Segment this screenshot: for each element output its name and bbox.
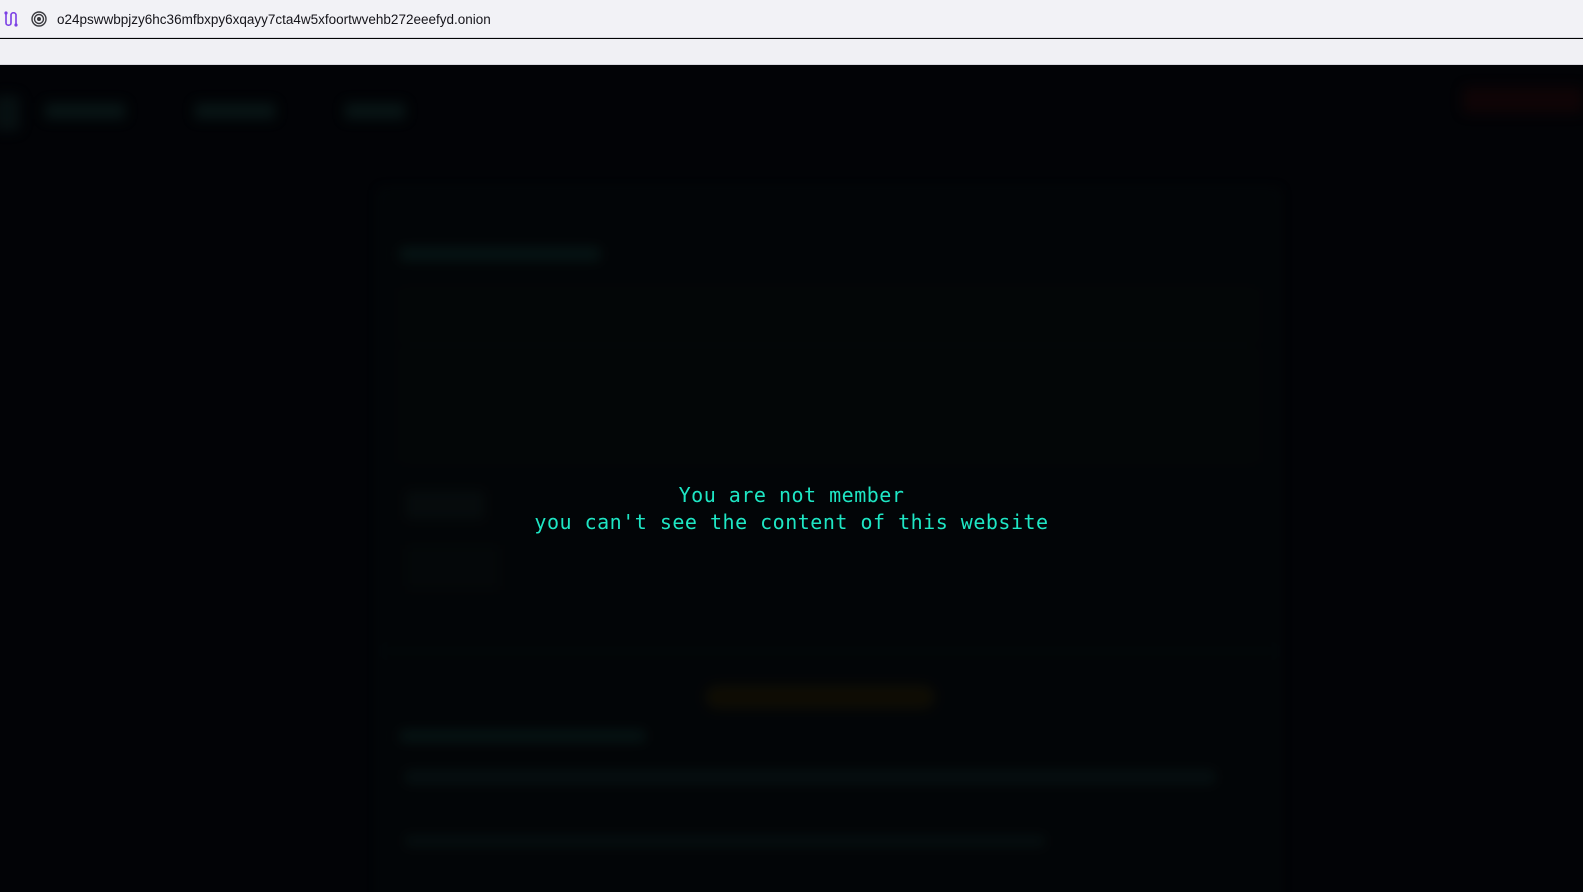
blurred-field (400, 289, 1257, 341)
blurred-logo (0, 95, 20, 131)
url-text[interactable]: o24pswwbpjzy6hc36mfbxpy6xqayy7cta4w5xfoo… (57, 12, 491, 27)
bookmarks-toolbar (0, 39, 1583, 65)
onion-icon[interactable] (31, 11, 47, 27)
blurred-text-2 (405, 835, 1045, 847)
tor-circuit-icon[interactable] (3, 11, 19, 27)
access-denied-message: You are not member you can't see the con… (0, 482, 1583, 536)
page-viewport: You are not member you can't see the con… (0, 65, 1583, 892)
blurred-button (1463, 87, 1583, 113)
blurred-textarea (400, 350, 1257, 462)
blurred-box (405, 545, 500, 590)
url-bar[interactable]: o24pswwbpjzy6hc36mfbxpy6xqayy7cta4w5xfoo… (0, 0, 1583, 38)
blurred-heading (400, 730, 645, 742)
message-line-1: You are not member (678, 483, 905, 507)
blurred-page-content (0, 65, 1583, 892)
blurred-nav (45, 103, 405, 119)
blurred-text (405, 770, 1215, 784)
blurred-badge (705, 685, 935, 709)
message-line-2: you can't see the content of this websit… (534, 510, 1049, 534)
blurred-title (400, 247, 600, 261)
